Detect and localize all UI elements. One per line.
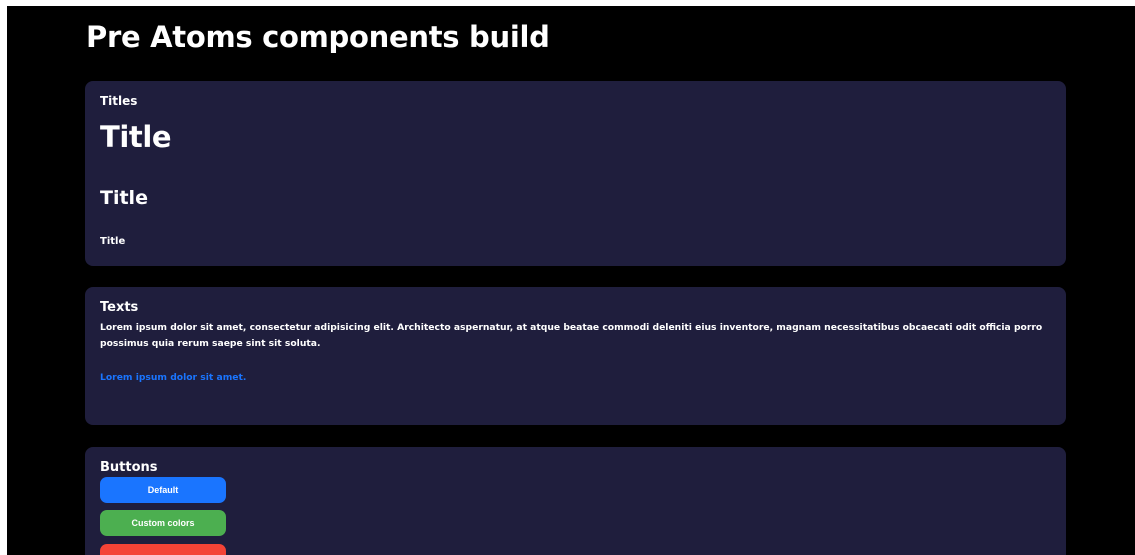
titles-card: Titles Title Title Title: [85, 81, 1066, 266]
danger-button[interactable]: [100, 544, 226, 555]
app-viewport: Pre Atoms components build Titles Title …: [7, 6, 1135, 555]
title-medium: Title: [100, 187, 148, 209]
titles-section-label: Titles: [100, 94, 138, 108]
lorem-link[interactable]: Lorem ipsum dolor sit amet.: [100, 372, 246, 383]
page-title: Pre Atoms components build: [86, 20, 550, 54]
title-large: Title: [100, 120, 172, 154]
title-small: Title: [100, 236, 126, 247]
buttons-card: Buttons Default Custom colors: [85, 447, 1066, 555]
custom-colors-button[interactable]: Custom colors: [100, 510, 226, 536]
texts-section-label: Texts: [100, 300, 139, 315]
default-button[interactable]: Default: [100, 477, 226, 503]
texts-card: Texts Lorem ipsum dolor sit amet, consec…: [85, 287, 1066, 425]
lorem-paragraph: Lorem ipsum dolor sit amet, consectetur …: [100, 322, 1043, 349]
buttons-section-label: Buttons: [100, 460, 158, 475]
